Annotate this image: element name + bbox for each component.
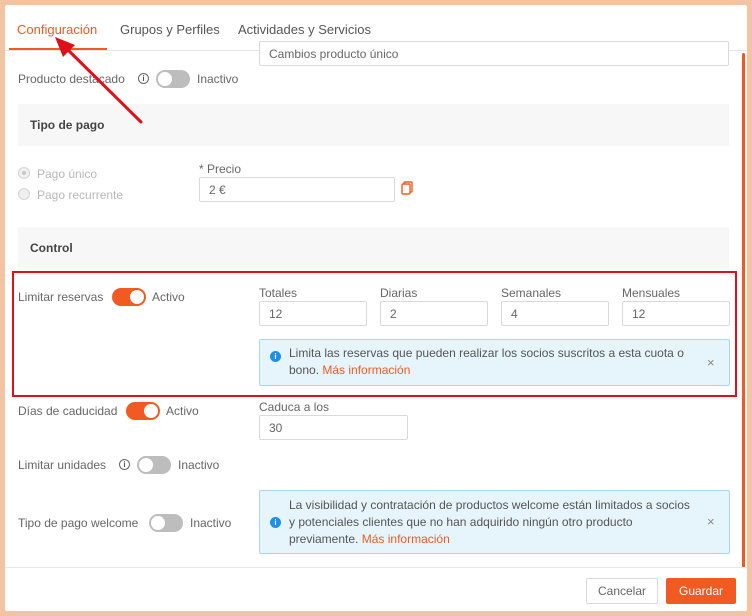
limit-bookings-state: Activo	[152, 290, 185, 304]
tab-actividades-servicios[interactable]: Actividades y Servicios	[238, 22, 371, 37]
radio-label-pago-unico: Pago único	[37, 167, 98, 181]
semanales-label: Semanales	[501, 286, 562, 300]
welcome-payment-label: Tipo de pago welcome	[18, 516, 139, 530]
price-label: * Precio	[199, 162, 242, 176]
section-title: Tipo de pago	[30, 118, 105, 132]
semanales-input[interactable]	[501, 301, 609, 326]
section-title: Control	[30, 241, 73, 255]
info-icon: i	[138, 73, 149, 84]
totales-label: Totales	[259, 286, 298, 300]
tab-grupos-perfiles[interactable]: Grupos y Perfiles	[120, 22, 220, 37]
expiry-days-input[interactable]	[259, 415, 408, 440]
product-config-panel: Configuración Grupos y Perfiles Activida…	[5, 5, 747, 611]
tab-configuracion[interactable]: Configuración	[17, 22, 97, 37]
diarias-label: Diarias	[380, 286, 418, 300]
radio-pago-recurrente[interactable]	[18, 188, 30, 200]
limit-bookings-toggle[interactable]	[112, 288, 146, 306]
limit-units-label: Limitar unidades	[18, 458, 107, 472]
scrollbar[interactable]	[742, 53, 745, 573]
mensuales-label: Mensuales	[622, 286, 681, 300]
close-icon[interactable]: ×	[707, 514, 715, 529]
welcome-payment-toggle[interactable]	[149, 514, 183, 532]
cancel-button[interactable]: Cancelar	[586, 578, 658, 604]
copy-icon[interactable]	[401, 181, 413, 195]
expiry-days-label: Días de caducidad	[18, 404, 118, 418]
limit-units-toggle[interactable]	[137, 456, 171, 474]
alert-message: La visibilidad y contratación de product…	[289, 498, 690, 546]
radio-pago-unico[interactable]	[18, 167, 30, 179]
featured-label: Producto destacado	[18, 72, 125, 86]
welcome-payment-state: Inactivo	[190, 516, 232, 530]
diarias-input[interactable]	[380, 301, 488, 326]
section-control: Control	[18, 227, 729, 269]
featured-toggle[interactable]	[156, 70, 190, 88]
limit-bookings-label: Limitar reservas	[18, 290, 104, 304]
info-icon: i	[270, 351, 281, 362]
modal-footer: Cancelar Guardar	[5, 567, 747, 611]
active-tab-indicator	[9, 48, 107, 50]
mensuales-input[interactable]	[622, 301, 730, 326]
radio-label-pago-recurrente: Pago recurrente	[37, 188, 124, 202]
alert-text: La visibilidad y contratación de product…	[289, 497, 699, 548]
expiry-field-label: Caduca a los	[259, 400, 330, 414]
welcome-info-alert: i La visibilidad y contratación de produ…	[259, 490, 730, 554]
save-button[interactable]: Guardar	[666, 578, 736, 604]
section-payment-type: Tipo de pago	[18, 104, 729, 146]
more-info-link[interactable]: Más información	[322, 363, 410, 377]
totales-input[interactable]	[259, 301, 367, 326]
limit-units-state: Inactivo	[178, 458, 220, 472]
more-info-link[interactable]: Más información	[362, 532, 450, 546]
info-icon: i	[119, 459, 130, 470]
close-icon[interactable]: ×	[707, 355, 715, 370]
expiry-days-toggle[interactable]	[126, 402, 160, 420]
expiry-days-state: Activo	[166, 404, 199, 418]
price-input[interactable]	[199, 177, 395, 202]
info-icon: i	[270, 517, 281, 528]
product-name-input[interactable]	[259, 41, 729, 66]
limit-bookings-info-alert: i Limita las reservas que pueden realiza…	[259, 339, 730, 386]
featured-state: Inactivo	[197, 72, 239, 86]
alert-text: Limita las reservas que pueden realizar …	[289, 345, 694, 379]
